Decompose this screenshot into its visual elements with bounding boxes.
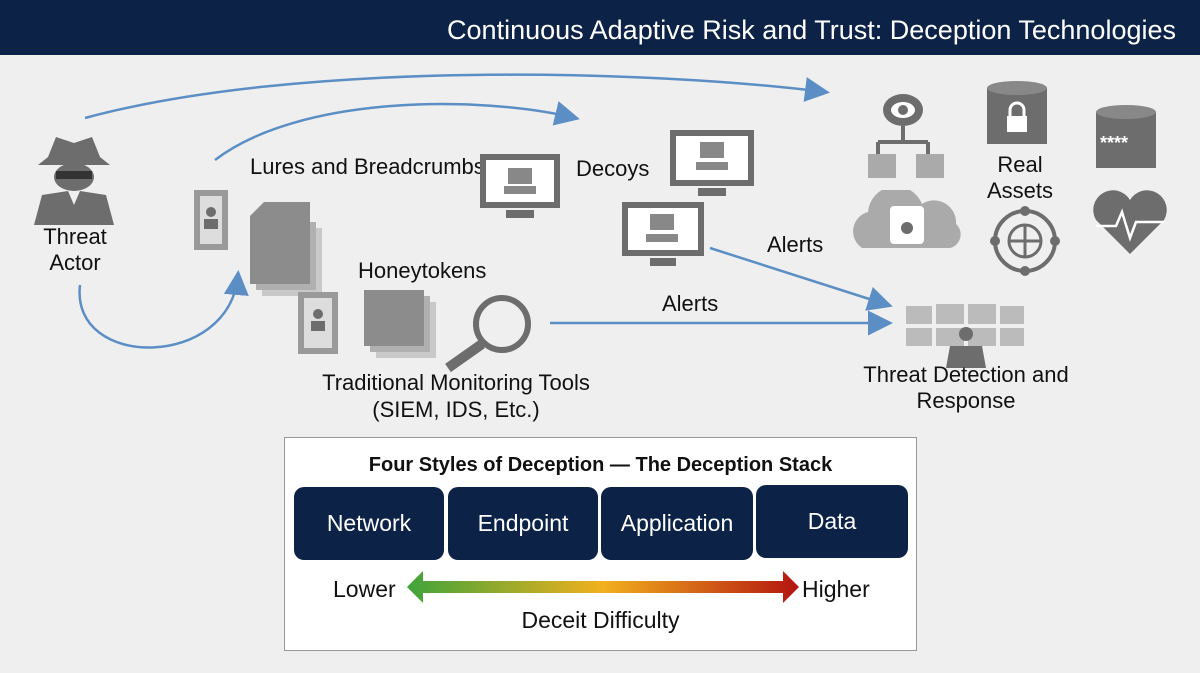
alerts-label: Alerts <box>662 291 719 316</box>
style-data: Data <box>756 485 908 558</box>
network-globe-icon <box>990 206 1060 276</box>
decoy-monitor-icon <box>622 202 704 266</box>
difficulty-gradient-arrow <box>407 571 799 603</box>
decoy-monitor-icon <box>480 154 560 218</box>
scale-low-label: Lower <box>333 576 396 602</box>
style-network: Network <box>294 487 444 560</box>
monitoring-sub-label: (SIEM, IDS, Etc.) <box>372 397 540 422</box>
real-assets-label: Real Assets <box>986 152 1054 203</box>
lures-label: Lures and Breadcrumbs <box>250 154 485 179</box>
detection-label: Threat Detection and Response <box>863 362 1069 413</box>
threat-actor-icon <box>34 137 114 225</box>
password-mask: **** <box>1100 133 1129 153</box>
scale-high-label: Higher <box>802 576 870 602</box>
arrow-actor-to-assets <box>84 73 830 120</box>
locked-database-icon <box>987 81 1047 144</box>
magnifier-icon <box>445 295 531 372</box>
alerts-label: Alerts <box>767 232 824 257</box>
honeytokens-label: Honeytokens <box>358 258 487 283</box>
heart-health-icon <box>1093 190 1167 254</box>
soc-dashboard-icon <box>906 304 1024 368</box>
style-application: Application <box>601 487 753 560</box>
decoys-label: Decoys <box>576 156 650 181</box>
cloud-database-icon <box>853 190 961 248</box>
scale-label: Deceit Difficulty <box>521 607 680 633</box>
threat-actor-label: Threat Actor <box>43 224 107 275</box>
surveillance-icon <box>868 94 944 178</box>
honeytokens-icon <box>298 290 436 358</box>
style-endpoint: Endpoint <box>448 487 598 560</box>
lures-icon <box>194 190 322 296</box>
decoy-monitor-icon <box>670 130 754 196</box>
deception-stack-panel: Four Styles of Deception — The Deception… <box>284 437 917 651</box>
stack-title: Four Styles of Deception — The Deception… <box>368 454 833 476</box>
monitoring-label: Traditional Monitoring Tools <box>322 370 590 395</box>
